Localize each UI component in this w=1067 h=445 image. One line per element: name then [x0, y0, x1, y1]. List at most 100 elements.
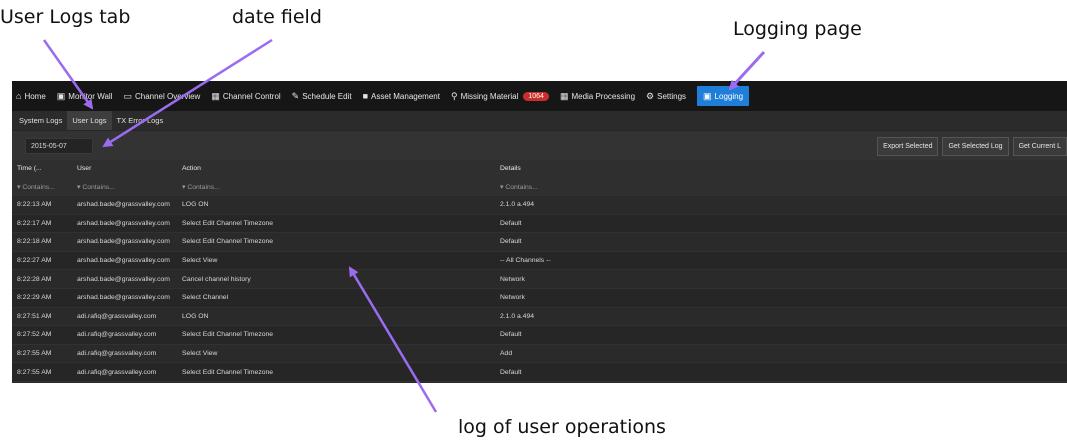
- log-toolbar: 2015-05-07 Export Selected Get Selected …: [12, 130, 1067, 160]
- briefcase-icon: ▣: [703, 90, 712, 101]
- cell-details: Default: [500, 331, 522, 339]
- cell-user: arshad.bade@grassvalley.com: [77, 294, 170, 302]
- cell-action: Cancel channel history: [182, 275, 251, 283]
- cell-action: Select Edit Channel Timezone: [182, 219, 274, 227]
- date-field[interactable]: 2015-05-07: [25, 138, 93, 154]
- table-row[interactable]: 8:27:58 AMadi.rafiq@grassvalley.comCance…: [12, 381, 1067, 383]
- callout-logging-page: Logging page: [733, 18, 862, 40]
- cell-user: adi.rafiq@grassvalley.com: [77, 312, 157, 320]
- cell-user: adi.rafiq@grassvalley.com: [77, 331, 157, 339]
- filter-details[interactable]: ▾ Contains...: [495, 183, 1067, 191]
- column-header-user[interactable]: User: [72, 165, 177, 172]
- screen-icon: ▭: [123, 90, 132, 101]
- nav-settings[interactable]: ⚙ Settings: [646, 81, 686, 111]
- get-selected-log-button[interactable]: Get Selected Log: [942, 137, 1009, 156]
- filter-action[interactable]: ▾ Contains...: [177, 183, 495, 191]
- get-current-log-button[interactable]: Get Current L: [1012, 137, 1067, 156]
- cell-details: Network: [500, 294, 525, 302]
- nav-logging[interactable]: ▣ Logging: [697, 86, 750, 106]
- table-row[interactable]: 8:22:28 AM arshad.bade@grassvalley.com Can…: [12, 270, 1067, 289]
- column-header-action[interactable]: Action: [177, 165, 495, 172]
- table-filter-row: ▾ Contains... ▾ Contains... ▾ Contains..…: [12, 178, 1067, 196]
- cell-user: arshad.bade@grassvalley.com: [77, 238, 170, 246]
- table-row[interactable]: 8:27:51 AM adi.rafiq@grassvalley.com LOG O…: [12, 307, 1067, 327]
- cell-user: adi.rafiq@grassvalley.com: [77, 368, 157, 376]
- filter-time[interactable]: ▾ Contains...: [12, 183, 72, 191]
- nav-label: Settings: [657, 91, 687, 101]
- home-icon: ⌂: [16, 90, 22, 101]
- cell-time: 8:22:18 AM: [17, 238, 52, 246]
- cell-details: Network: [500, 275, 525, 283]
- nav-label: Missing Material: [460, 91, 519, 101]
- missing-material-badge: 1064: [523, 91, 549, 101]
- cell-action: Select Edit Channel Timezone: [182, 238, 274, 246]
- tab-tx-error-logs[interactable]: TX Error Logs: [112, 111, 169, 130]
- nav-monitor-wall[interactable]: ▣ Monitor Wall: [57, 81, 113, 111]
- table-row[interactable]: 8:22:18 AM arshad.bade@grassvalley.com Sel…: [12, 233, 1067, 252]
- nav-label: Monitor Wall: [68, 91, 113, 101]
- callout-date-field: date field: [232, 6, 322, 28]
- table-row[interactable]: 8:27:52 AM adi.rafiq@grassvalley.com Selec…: [12, 326, 1067, 345]
- cell-user: arshad.bade@grassvalley.com: [77, 201, 170, 209]
- nav-label: Logging: [714, 91, 744, 101]
- export-selected-button[interactable]: Export Selected: [877, 137, 939, 156]
- filter-details-placeholder: Contains...: [505, 183, 538, 191]
- cell-time: 8:27:55 AM: [17, 368, 52, 376]
- monitor-icon: ▣: [56, 90, 66, 101]
- nav-missing-material[interactable]: ⚲ Missing Material 1064: [451, 81, 549, 111]
- filter-user[interactable]: ▾ Contains...: [72, 183, 177, 191]
- gear-icon: ⚙: [646, 90, 655, 101]
- search-icon: ⚲: [450, 90, 458, 101]
- cell-time: 8:22:27 AM: [17, 257, 52, 265]
- nav-channel-control[interactable]: ▦ Channel Control: [211, 81, 280, 111]
- cell-time: 8:22:29 AM: [17, 294, 52, 302]
- column-header-time[interactable]: Time (...: [12, 165, 72, 172]
- cell-details: Default: [500, 219, 522, 227]
- cell-user: arshad.bade@grassvalley.com: [77, 219, 170, 227]
- cell-time: 8:22:17 AM: [17, 219, 52, 227]
- cell-time: 8:22:28 AM: [17, 275, 52, 283]
- table-row[interactable]: 8:22:29 AM arshad.bade@grassvalley.com Sel…: [12, 288, 1067, 308]
- filter-action-placeholder: Contains...: [187, 183, 220, 191]
- cell-user: arshad.bade@grassvalley.com: [77, 257, 170, 265]
- top-navigation: ⌂ Home ▣ Monitor Wall ▭ Channel Overview…: [12, 81, 1067, 111]
- table-row[interactable]: 8:27:55 AM adi.rafiq@grassvalley.com Selec…: [12, 363, 1067, 382]
- table-row[interactable]: 8:22:27 AM arshad.bade@grassvalley.com Sel…: [12, 251, 1067, 271]
- nav-label: Asset Management: [371, 91, 440, 101]
- table-header-row: Time (... User Action Details: [12, 160, 1067, 178]
- log-tabs: System Logs User Logs TX Error Logs: [12, 111, 1067, 130]
- table-row[interactable]: 8:22:17 AM arshad.bade@grassvalley.com Sel…: [12, 214, 1067, 234]
- filter-time-placeholder: Contains...: [22, 183, 55, 191]
- cell-action: LOG ON: [182, 201, 209, 209]
- tab-system-logs[interactable]: System Logs: [14, 111, 67, 130]
- app-window: ⌂ Home ▣ Monitor Wall ▭ Channel Overview…: [12, 81, 1067, 383]
- table-row[interactable]: 8:27:55 AM adi.rafiq@grassvalley.com Selec…: [12, 344, 1067, 364]
- nav-asset-management[interactable]: ■ Asset Management: [363, 81, 440, 111]
- cell-time: 8:22:13 AM: [17, 201, 52, 209]
- callout-log-of-user-operations: log of user operations: [458, 416, 666, 438]
- nav-media-processing[interactable]: ▦ Media Processing: [560, 81, 635, 111]
- tab-user-logs[interactable]: User Logs: [67, 111, 112, 130]
- cell-details: Default: [500, 368, 522, 376]
- film-icon: ▦: [559, 90, 569, 101]
- cell-details: 2.1.0 a.494: [500, 201, 535, 209]
- cell-time: 8:27:55 AM: [17, 350, 52, 358]
- filter-user-placeholder: Contains...: [82, 183, 115, 191]
- cell-details: Add: [500, 350, 513, 358]
- nav-channel-overview[interactable]: ▭ Channel Overview: [123, 81, 200, 111]
- cell-action: LOG ON: [182, 312, 209, 320]
- cell-details: Default: [500, 238, 522, 246]
- cell-details: 2.1.0 a.494: [500, 312, 535, 320]
- column-header-details[interactable]: Details: [495, 165, 1067, 172]
- cell-user: adi.rafiq@grassvalley.com: [77, 350, 157, 358]
- nav-label: Channel Overview: [134, 91, 201, 101]
- cell-details: -- All Channels --: [500, 257, 551, 265]
- nav-label: Channel Control: [222, 91, 281, 101]
- table-body: 8:22:13 AM arshad.bade@grassvalley.com LOG…: [12, 196, 1067, 383]
- nav-home[interactable]: ⌂ Home: [16, 81, 46, 111]
- table-row[interactable]: 8:22:13 AM arshad.bade@grassvalley.com LOG…: [12, 196, 1067, 215]
- cell-action: Select View: [182, 350, 218, 358]
- nav-label: Home: [24, 91, 46, 101]
- callout-user-logs-tab: User Logs tab: [0, 6, 131, 28]
- nav-schedule-edit[interactable]: ✎ Schedule Edit: [292, 81, 352, 111]
